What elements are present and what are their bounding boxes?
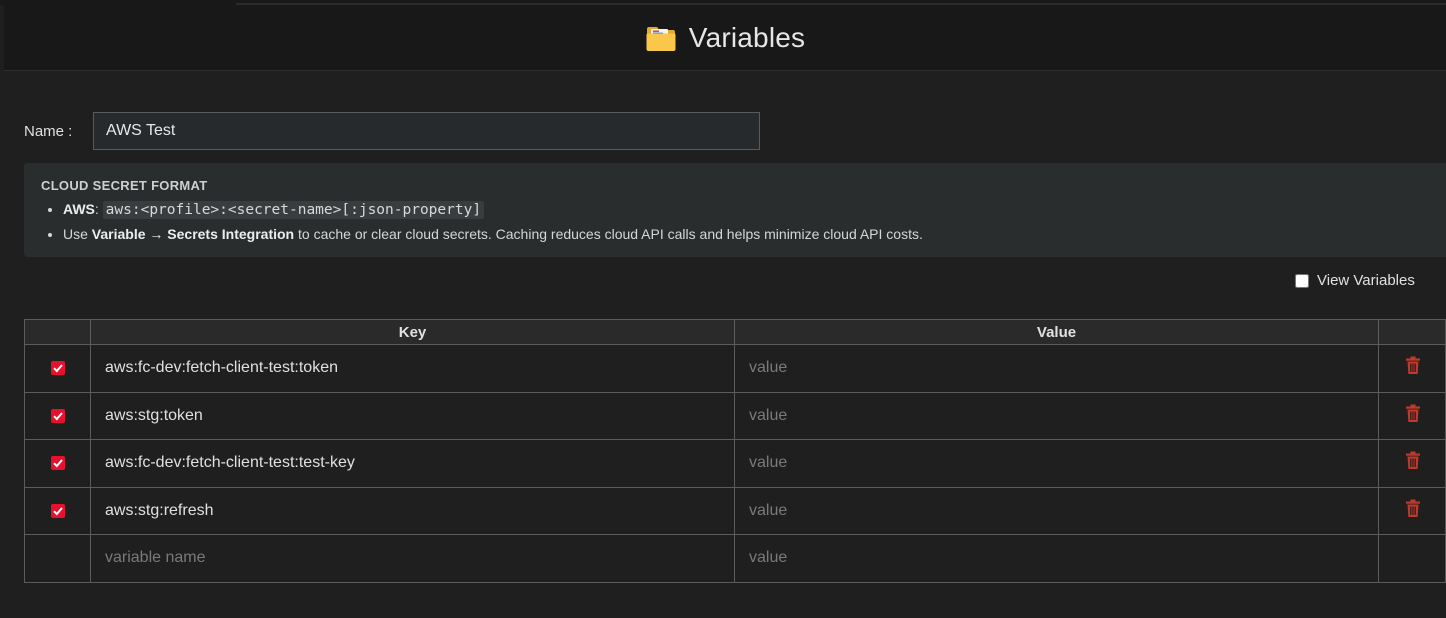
value-cell — [734, 486, 1379, 535]
enabled-checkbox[interactable] — [50, 503, 65, 518]
trash-icon[interactable] — [1405, 356, 1421, 375]
delete-cell — [1378, 391, 1446, 440]
new-variable-row — [24, 534, 1446, 583]
value-input[interactable] — [735, 392, 1378, 439]
row-checkbox-cell — [24, 344, 91, 393]
folder-icon — [645, 24, 677, 52]
arrow-term: → — [145, 226, 168, 242]
name-input[interactable] — [93, 112, 760, 150]
key-cell — [90, 391, 735, 440]
table-row — [24, 486, 1446, 535]
new-value-cell — [734, 534, 1379, 583]
aws-label: AWS — [63, 201, 95, 217]
key-input[interactable] — [91, 487, 734, 534]
new-variable-name-input[interactable] — [91, 535, 734, 582]
table-row — [24, 439, 1446, 488]
header-key: Key — [90, 319, 735, 345]
key-input[interactable] — [91, 345, 734, 392]
value-cell — [734, 391, 1379, 440]
delete-cell — [1378, 486, 1446, 535]
value-input[interactable] — [735, 440, 1378, 487]
value-cell — [734, 344, 1379, 393]
key-cell — [90, 486, 735, 535]
info-item-aws-format: AWS: aws:<profile>:<secret-name>[:json-p… — [63, 197, 1429, 222]
info-heading: CLOUD SECRET FORMAT — [41, 178, 208, 193]
header-check — [24, 319, 91, 345]
key-input[interactable] — [91, 440, 734, 487]
enabled-checkbox[interactable] — [50, 408, 65, 423]
name-row: Name : — [24, 111, 760, 151]
header-actions — [1378, 319, 1446, 345]
trash-icon[interactable] — [1405, 404, 1421, 423]
use-suffix: to cache or clear cloud secrets. Caching… — [294, 226, 923, 242]
aws-format-code: aws:<profile>:<secret-name>[:json-proper… — [102, 201, 485, 219]
aws-colon: : — [94, 201, 99, 217]
trash-icon[interactable] — [1405, 451, 1421, 470]
trash-icon[interactable] — [1405, 499, 1421, 518]
header-value: Value — [734, 319, 1379, 345]
table-row — [24, 391, 1446, 440]
delete-cell — [1378, 344, 1446, 393]
new-key-cell — [90, 534, 735, 583]
view-variables-toggle[interactable]: View Variables — [1295, 272, 1415, 289]
value-input[interactable] — [735, 487, 1378, 534]
key-cell — [90, 439, 735, 488]
enabled-checkbox[interactable] — [50, 361, 65, 376]
page-header: Variables — [4, 5, 1446, 71]
value-cell — [734, 439, 1379, 488]
view-variables-checkbox[interactable] — [1295, 273, 1309, 288]
row-checkbox-cell — [24, 391, 91, 440]
delete-cell — [1378, 439, 1446, 488]
table-row — [24, 344, 1446, 393]
key-cell — [90, 344, 735, 393]
cloud-secret-info-box: CLOUD SECRET FORMAT AWS: aws:<profile>:<… — [24, 163, 1446, 257]
value-input[interactable] — [735, 345, 1378, 392]
view-variables-label: View Variables — [1317, 272, 1415, 289]
enabled-checkbox[interactable] — [50, 456, 65, 471]
table-header-row: Key Value — [24, 319, 1446, 345]
row-checkbox-cell — [24, 486, 91, 535]
variables-table: Key Value — [24, 319, 1446, 583]
new-row-check-cell — [24, 534, 91, 583]
new-row-action-cell — [1378, 534, 1446, 583]
name-label: Name : — [24, 122, 73, 140]
info-list: AWS: aws:<profile>:<secret-name>[:json-p… — [41, 197, 1429, 246]
page-title: Variables — [688, 21, 806, 53]
use-prefix: Use — [63, 226, 92, 242]
row-checkbox-cell — [24, 439, 91, 488]
secrets-integration-term: Secrets Integration — [167, 226, 295, 242]
info-item-secrets-integration: Use Variable → Secrets Integration to ca… — [63, 222, 1429, 246]
new-variable-value-input[interactable] — [735, 535, 1378, 582]
key-input[interactable] — [91, 392, 734, 439]
variable-term: Variable — [91, 226, 146, 242]
